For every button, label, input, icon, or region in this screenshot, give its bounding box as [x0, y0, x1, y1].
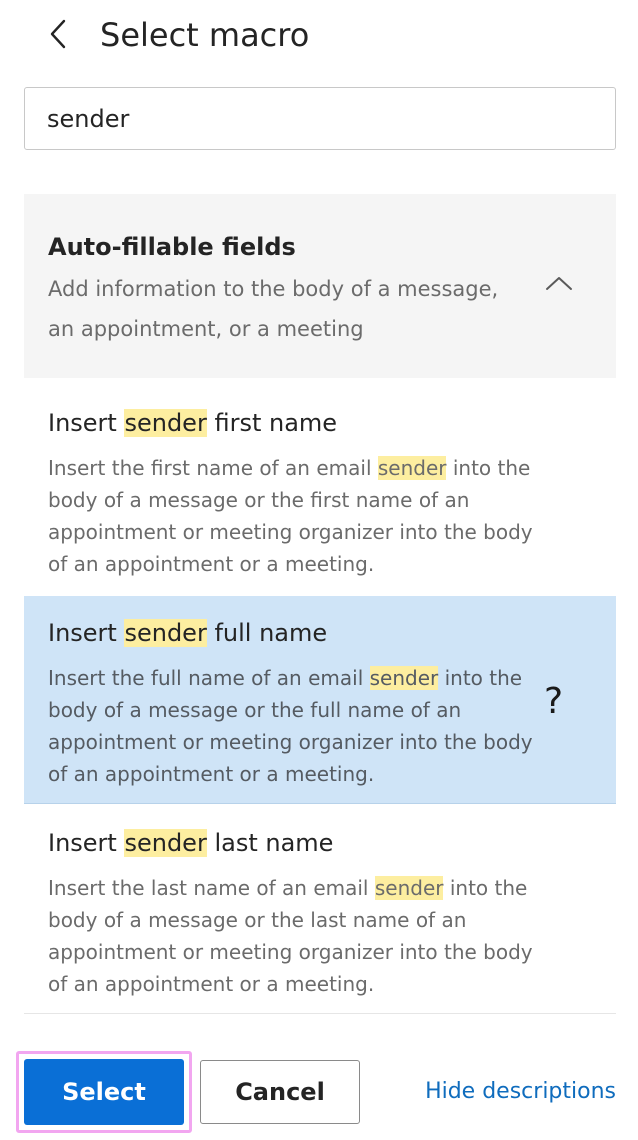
- macro-item-sender-first-name[interactable]: Insert sender first name Insert the firs…: [24, 386, 616, 594]
- chevron-left-icon: [50, 19, 66, 49]
- title-text: full name: [206, 619, 328, 647]
- group-description: Add information to the body of a message…: [48, 277, 499, 341]
- search-highlight: sender: [124, 829, 207, 857]
- macro-item-description: Insert the first name of an email sender…: [48, 452, 548, 580]
- desc-text: Insert the last name of an email: [48, 876, 375, 900]
- macro-item-sender-last-name[interactable]: Insert sender last name Insert the last …: [24, 806, 616, 1014]
- collapse-button[interactable]: [544, 268, 574, 298]
- search-highlight: sender: [124, 409, 207, 437]
- search-box[interactable]: [24, 87, 616, 150]
- back-button[interactable]: [38, 14, 78, 54]
- macro-item-title: Insert sender full name: [48, 616, 327, 650]
- group-header-auto-fillable-fields[interactable]: Auto-fillable fields Add information to …: [24, 194, 616, 378]
- macro-item-description: Insert the last name of an email sender …: [48, 872, 548, 1000]
- macro-item-title: Insert sender last name: [48, 826, 333, 860]
- title-text: Insert: [48, 409, 125, 437]
- title-text: first name: [206, 409, 338, 437]
- macro-item-title: Insert sender first name: [48, 406, 337, 440]
- macro-item-sender-full-name[interactable]: Insert sender full name Insert the full …: [24, 596, 616, 804]
- search-highlight: sender: [369, 666, 439, 690]
- chevron-up-icon: [546, 277, 572, 290]
- search-highlight: sender: [124, 619, 207, 647]
- search-highlight: sender: [377, 456, 447, 480]
- macro-item-description: Insert the full name of an email sender …: [48, 662, 548, 790]
- title-text: Insert: [48, 829, 125, 857]
- desc-text: Insert the first name of an email: [48, 456, 378, 480]
- desc-text: Insert the full name of an email: [48, 666, 370, 690]
- hide-descriptions-link[interactable]: Hide descriptions: [425, 1076, 616, 1108]
- help-cursor-icon: ?: [544, 681, 564, 722]
- header: Select macro: [0, 0, 638, 72]
- cancel-button[interactable]: Cancel: [200, 1060, 360, 1124]
- search-highlight: sender: [374, 876, 444, 900]
- page-title: Select macro: [100, 16, 310, 54]
- group-title: Auto-fillable fields: [48, 233, 296, 261]
- search-input[interactable]: [25, 88, 615, 149]
- title-text: last name: [206, 829, 334, 857]
- title-text: Insert: [48, 619, 125, 647]
- select-button[interactable]: Select: [24, 1059, 184, 1125]
